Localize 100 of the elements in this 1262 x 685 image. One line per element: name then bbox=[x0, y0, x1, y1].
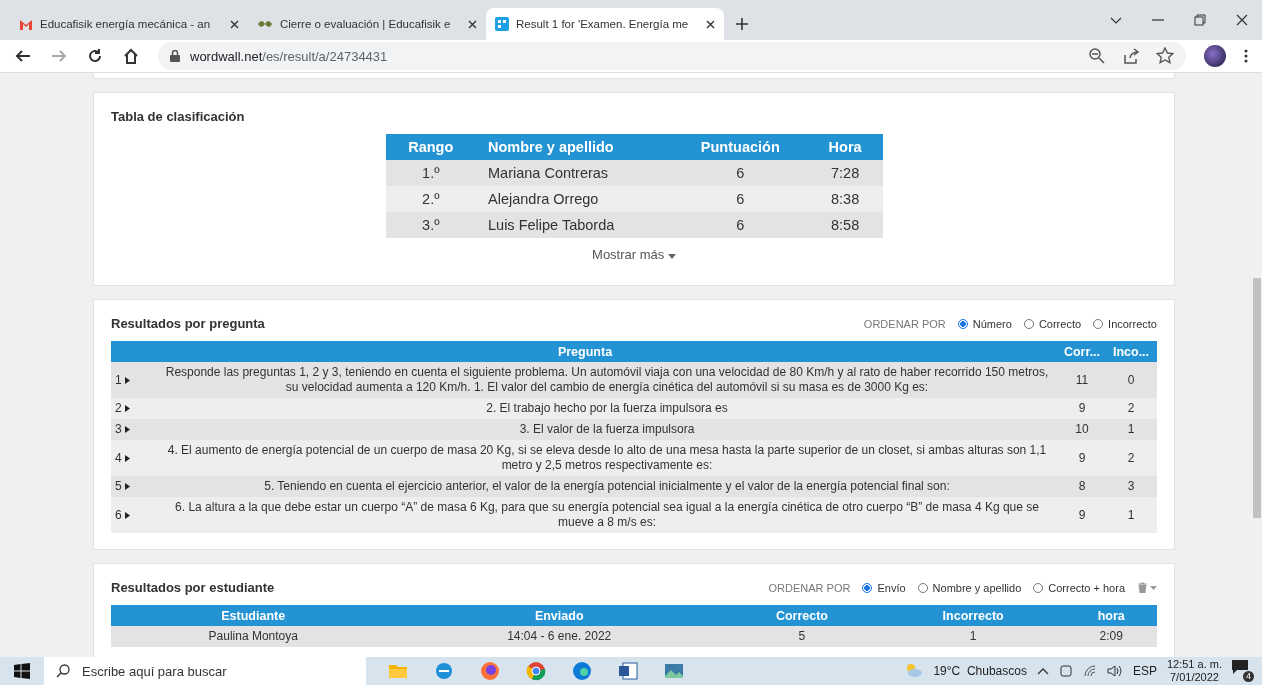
weather-text[interactable]: 19°C Chubascos bbox=[933, 664, 1027, 678]
table-cell: Paulina Montoya bbox=[111, 626, 396, 647]
table-cell: 9 bbox=[1059, 497, 1105, 533]
radio-button[interactable] bbox=[862, 582, 873, 593]
table-cell: 9 bbox=[1059, 440, 1105, 476]
clock[interactable]: 12:51 a. m. 7/01/2022 bbox=[1166, 658, 1222, 684]
close-icon[interactable] bbox=[468, 19, 477, 29]
sort-option[interactable]: Incorrecto bbox=[1093, 317, 1157, 330]
table-cell: 8 bbox=[1059, 476, 1105, 497]
column-header: Puntuación bbox=[672, 134, 808, 160]
table-cell: 5 bbox=[722, 626, 881, 647]
sort-option[interactable]: Correcto bbox=[1023, 317, 1082, 330]
column-header: Inco... bbox=[1105, 341, 1157, 362]
table-cell: 14:04 - 6 ene. 2022 bbox=[395, 626, 723, 647]
column-header: Nombre y apellido bbox=[476, 134, 673, 160]
table-cell: 6 bbox=[672, 212, 808, 238]
table-cell: Luis Felipe Taborda bbox=[476, 212, 673, 238]
question-text: 4. El aumento de energía potencial de un cuerpo de masa 20 Kg, si se eleva desde lo alto de una mesa hasta la parte superior de un closet, si ambas alturas son 1,1 metro y 2,5 metros respectivamente es: bbox=[155, 440, 1059, 476]
row-number[interactable]: 2 bbox=[115, 401, 122, 415]
document-icon[interactable] bbox=[618, 661, 638, 681]
table-cell: 1 bbox=[880, 626, 1066, 647]
sort-option[interactable]: Correcto + hora bbox=[1033, 581, 1125, 594]
grid-icon bbox=[495, 17, 509, 31]
browser-icon[interactable] bbox=[526, 661, 546, 681]
section-title: Resultados por pregunta bbox=[111, 316, 265, 331]
caret-icon[interactable] bbox=[124, 483, 130, 490]
caret-icon bbox=[667, 254, 676, 259]
table-cell: 2:09 bbox=[1065, 626, 1157, 647]
star-icon[interactable] bbox=[1156, 47, 1174, 65]
home-icon[interactable] bbox=[122, 47, 140, 65]
browser-tab[interactable]: Cierre o evaluación | Educafisik e bbox=[248, 8, 486, 40]
column-header: Pregunta bbox=[111, 341, 1059, 362]
table-cell: 2 bbox=[1105, 440, 1157, 476]
table-cell: 2.º bbox=[385, 186, 476, 212]
question-text: 5. Teniendo en cuenta el ejercicio anterior, el valor de la energía potencial inicialmente y el valor de la energía potencial final son: bbox=[155, 476, 1059, 497]
table-cell: Alejandra Orrego bbox=[476, 186, 673, 212]
close-icon[interactable] bbox=[706, 19, 715, 29]
column-header: Enviado bbox=[395, 605, 723, 626]
table-cell: Mariana Contreras bbox=[476, 160, 673, 186]
reload-icon[interactable] bbox=[86, 47, 104, 65]
question-text: 2. El trabajo hecho por la fuerza impulsora es bbox=[155, 398, 1059, 419]
table-cell: 6 bbox=[672, 160, 808, 186]
row-number[interactable]: 5 bbox=[115, 479, 122, 493]
leaf-icon bbox=[257, 18, 273, 30]
table-cell: 8:38 bbox=[807, 186, 883, 212]
zoom-out-icon[interactable] bbox=[1088, 47, 1106, 65]
caret-icon[interactable] bbox=[124, 405, 130, 412]
column-header: Correcto bbox=[722, 605, 881, 626]
radio-button[interactable] bbox=[957, 318, 968, 329]
show-more-button[interactable]: Mostrar más bbox=[586, 246, 682, 263]
question-text: 6. La altura a la que debe estar un cuerpo “A” de masa 6 Kg, para que su energía potencial sea igual a la energía cinética de otro cuerpo “B” de masa 4 Kg que se mueve a 8 m/s es: bbox=[155, 497, 1059, 533]
restore-icon[interactable] bbox=[1194, 14, 1206, 26]
table-cell: 1.º bbox=[385, 160, 476, 186]
column-header: Estudiante bbox=[111, 605, 396, 626]
language-indicator[interactable]: ESP bbox=[1132, 664, 1157, 678]
sort-option[interactable]: Número bbox=[957, 317, 1012, 330]
close-icon[interactable] bbox=[230, 19, 239, 29]
table-cell: 11 bbox=[1059, 362, 1105, 398]
column-header: Hora bbox=[807, 134, 883, 160]
table-cell: 3.º bbox=[385, 212, 476, 238]
chevron-up-icon[interactable] bbox=[1036, 667, 1049, 675]
table-cell: 8:58 bbox=[807, 212, 883, 238]
table-cell: 1 bbox=[1105, 497, 1157, 533]
section-title: Resultados por estudiante bbox=[111, 580, 275, 595]
column-header: hora bbox=[1065, 605, 1157, 626]
table-cell: 10 bbox=[1059, 419, 1105, 440]
question-text: Responde las preguntas 1, 2 y 3, teniendo en cuenta el siguiente problema. Un automóvil viaja con una velocidad de 80 Km/h y al rato de haber recorrido 150 metros, su velocidad aumenta a 120 Km/h. 1. El valor del cambio de energía cinética del automóvil si su masa es de 3000 Kg es: bbox=[155, 362, 1059, 398]
profile-avatar[interactable] bbox=[1204, 45, 1226, 67]
table-cell: 7:28 bbox=[807, 160, 883, 186]
caret-icon[interactable] bbox=[124, 376, 130, 384]
table-cell: 3 bbox=[1105, 476, 1157, 497]
search-icon bbox=[56, 664, 70, 678]
table-cell: 2 bbox=[1105, 398, 1157, 419]
table-cell: 0 bbox=[1105, 362, 1157, 398]
column-header: Incorrecto bbox=[880, 605, 1066, 626]
row-number[interactable]: 1 bbox=[115, 372, 122, 387]
lock-icon bbox=[170, 50, 180, 62]
section-title: Tabla de clasificación bbox=[111, 109, 246, 124]
caret-icon[interactable] bbox=[124, 426, 130, 433]
share-icon[interactable] bbox=[1122, 47, 1140, 65]
trash-icon[interactable] bbox=[1137, 582, 1157, 593]
mail-icon bbox=[19, 18, 33, 30]
sort-option[interactable]: Envío bbox=[862, 581, 906, 594]
windows-icon[interactable] bbox=[14, 663, 30, 679]
close-icon[interactable] bbox=[1236, 14, 1248, 26]
image-icon[interactable] bbox=[664, 661, 684, 681]
row-number[interactable]: 4 bbox=[115, 450, 122, 465]
row-number[interactable]: 3 bbox=[115, 422, 122, 436]
caret-icon[interactable] bbox=[124, 454, 130, 462]
row-number[interactable]: 6 bbox=[115, 507, 122, 522]
question-text: 3. El valor de la fuerza impulsora bbox=[155, 419, 1059, 440]
caret-icon[interactable] bbox=[124, 511, 130, 519]
search-field[interactable]: Escribe aquí para buscar bbox=[44, 657, 366, 685]
browser-tab[interactable]: Educafisik energía mecánica - an bbox=[10, 8, 248, 40]
browser-tab[interactable]: Result 1 for 'Examen. Energía me bbox=[486, 8, 724, 40]
address-bar[interactable]: wordwall.net/es/result/a/24734431 bbox=[158, 42, 1186, 70]
menu-icon[interactable] bbox=[1244, 49, 1248, 63]
table-cell: 6 bbox=[672, 186, 808, 212]
sort-option[interactable]: Nombre y apellido bbox=[917, 581, 1022, 594]
new-tab-icon[interactable] bbox=[736, 18, 748, 30]
